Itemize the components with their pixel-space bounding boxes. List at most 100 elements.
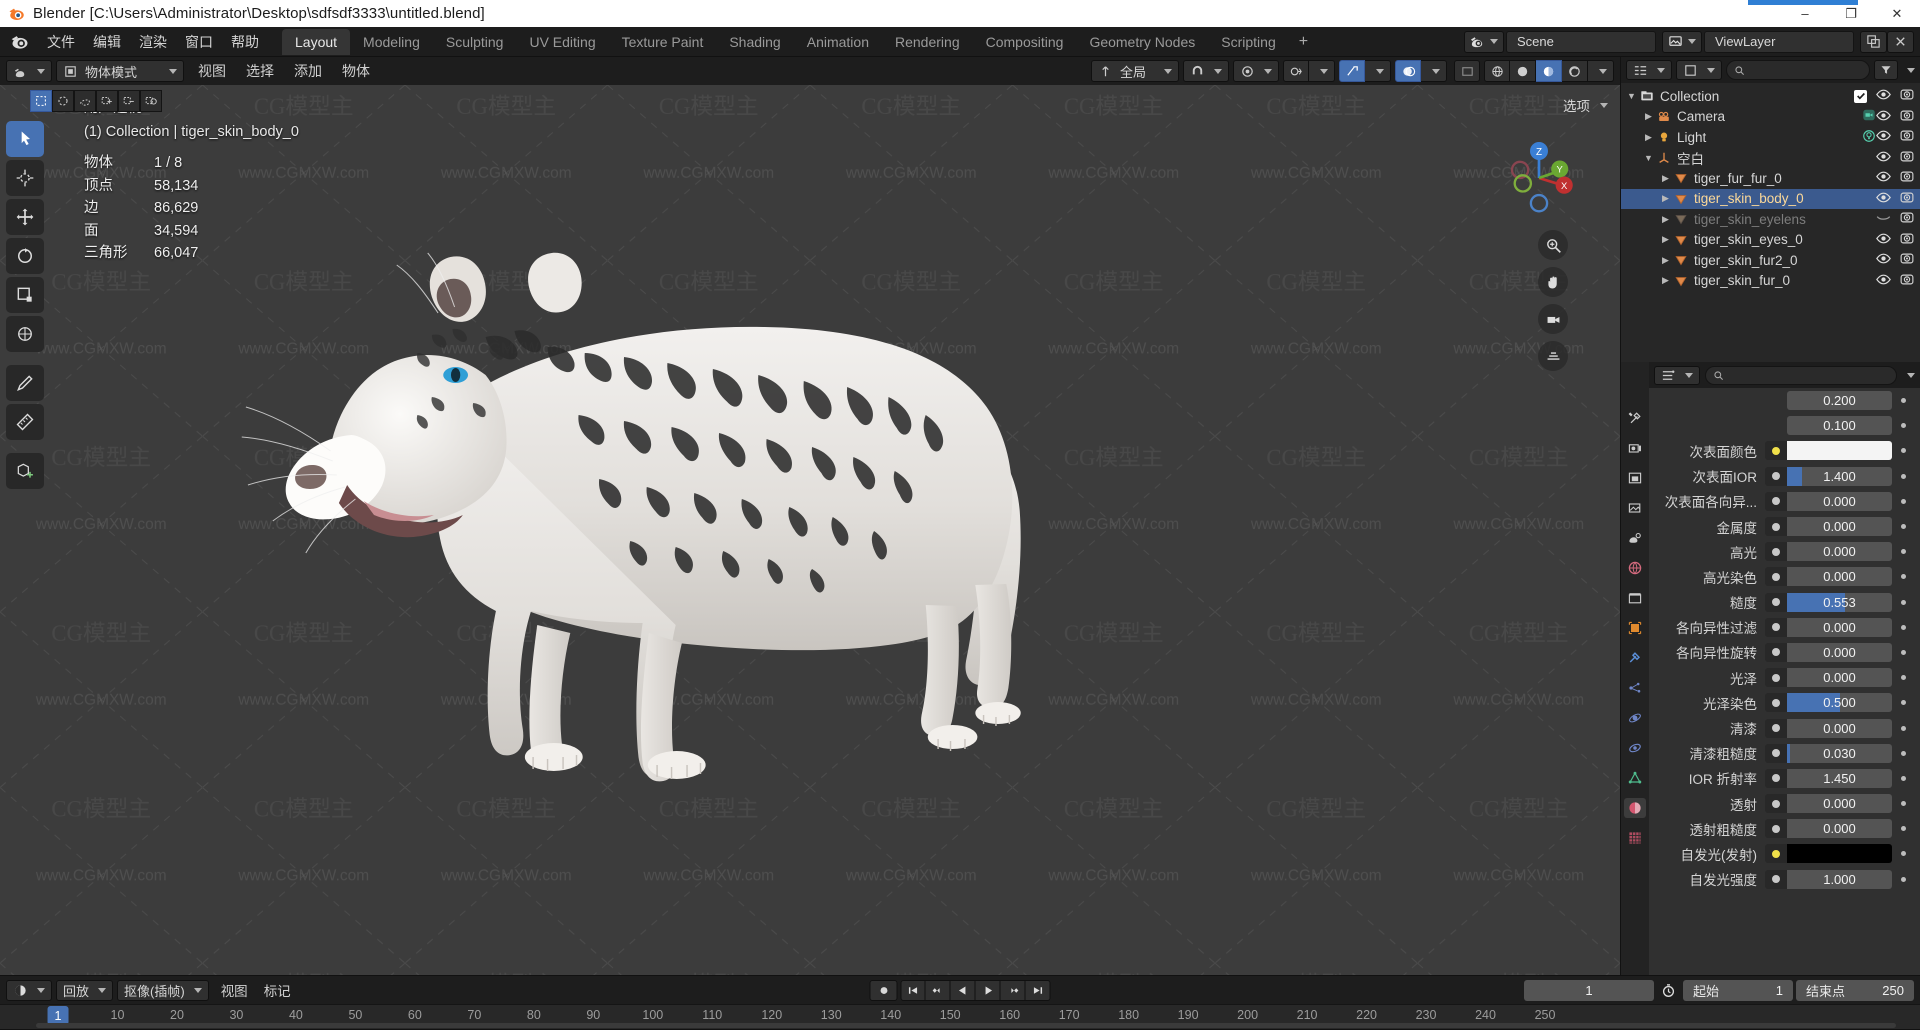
property-value-field[interactable]: 0.553 (1787, 592, 1892, 612)
menu-4[interactable]: 帮助 (222, 29, 268, 55)
tab-modifiers[interactable] (1624, 648, 1646, 668)
keying-dropdown[interactable]: 抠像(插帧) (117, 979, 209, 1001)
eye-open-icon[interactable] (1876, 273, 1891, 289)
navigation-gizmo[interactable]: Z Y X (1494, 133, 1584, 223)
property-animate-dot[interactable] (1892, 599, 1914, 605)
chevron-right-icon[interactable]: ▶ (1642, 132, 1655, 143)
property-socket-dot[interactable] (1765, 768, 1787, 788)
workspace-tab-3[interactable]: UV Editing (516, 29, 608, 55)
property-animate-dot[interactable] (1892, 826, 1914, 832)
snap-toggle-button[interactable] (1183, 60, 1229, 82)
viewport-menu-1[interactable]: 选择 (236, 58, 284, 84)
ortho-perspective-icon[interactable] (1538, 341, 1568, 371)
property-animate-dot[interactable] (1892, 398, 1914, 404)
transform-orientation-dropdown[interactable]: 全局 (1091, 60, 1179, 82)
chevron-right-icon[interactable]: ▶ (1659, 234, 1672, 245)
render-visibility-camera-icon[interactable] (1900, 129, 1914, 145)
outliner-row[interactable]: ▶ Camera (1621, 107, 1920, 128)
render-visibility-camera-icon[interactable] (1900, 252, 1914, 268)
rendered-shading-button[interactable] (1562, 60, 1588, 82)
tool-annotate[interactable] (6, 365, 44, 401)
property-value-field[interactable]: 0.500 (1787, 693, 1892, 713)
tab-collection[interactable] (1624, 588, 1646, 608)
timeline-menu-1[interactable]: 标记 (256, 977, 299, 1003)
chevron-down-icon[interactable]: ▼ (1625, 91, 1638, 101)
gizmo-select-lasso-icon[interactable] (74, 90, 96, 112)
property-value-field[interactable]: 0.000 (1787, 617, 1892, 637)
end-frame-field[interactable]: 结束点 250 (1796, 979, 1914, 1001)
properties-rows[interactable]: 0.200 0.100 次表面颜色 次表面IOR 1.400 次表面各向异... 0.000… (1649, 388, 1920, 975)
tab-material[interactable] (1624, 798, 1646, 818)
tool-cursor[interactable] (6, 160, 44, 196)
property-animate-dot[interactable] (1892, 498, 1914, 504)
property-value-field[interactable]: 0.000 (1787, 491, 1892, 511)
outliner-filter-button[interactable] (1874, 60, 1898, 80)
next-keyframe-button[interactable] (1000, 979, 1026, 1001)
property-animate-dot[interactable] (1892, 675, 1914, 681)
property-animate-dot[interactable] (1892, 725, 1914, 731)
menu-0[interactable]: 文件 (38, 29, 84, 55)
outliner-row[interactable]: ▶ tiger_skin_eyelens (1621, 209, 1920, 230)
property-socket-dot[interactable] (1765, 743, 1787, 763)
property-socket-dot[interactable] (1765, 642, 1787, 662)
property-animate-dot[interactable] (1892, 851, 1914, 857)
property-animate-dot[interactable] (1892, 473, 1914, 479)
chevron-right-icon[interactable]: ▶ (1642, 111, 1655, 122)
property-animate-dot[interactable] (1892, 524, 1914, 530)
timeline-scrollbar[interactable] (36, 1023, 1896, 1028)
tab-particles[interactable] (1624, 678, 1646, 698)
timeline-menu-0[interactable]: 视图 (213, 977, 256, 1003)
property-animate-dot[interactable] (1892, 649, 1914, 655)
render-visibility-camera-icon[interactable] (1900, 273, 1914, 289)
outliner-row[interactable]: ▶ tiger_fur_fur_0 (1621, 168, 1920, 189)
outliner-search-input[interactable] (1726, 60, 1870, 80)
property-socket-dot[interactable] (1765, 542, 1787, 562)
tab-output[interactable] (1624, 468, 1646, 488)
property-socket-dot[interactable] (1765, 693, 1787, 713)
render-visibility-camera-icon[interactable] (1900, 170, 1914, 186)
show-gizmo-button[interactable] (1283, 60, 1309, 82)
outliner-row[interactable]: ▶ tiger_skin_body_0 (1621, 188, 1920, 209)
property-value-field[interactable] (1787, 844, 1892, 864)
outliner-row[interactable]: ▶ tiger_skin_eyes_0 (1621, 230, 1920, 251)
chevron-right-icon[interactable]: ▶ (1659, 255, 1672, 266)
tab-constraints[interactable] (1624, 738, 1646, 758)
viewlayer-new-button[interactable] (1860, 30, 1887, 53)
menu-2[interactable]: 渲染 (130, 29, 176, 55)
workspace-tab-4[interactable]: Texture Paint (609, 29, 717, 55)
pan-hand-icon[interactable] (1538, 267, 1568, 297)
eye-open-icon[interactable] (1876, 109, 1891, 125)
property-animate-dot[interactable] (1892, 549, 1914, 555)
gizmo-select-difference-icon[interactable] (140, 90, 162, 112)
outliner-display-mode-button[interactable] (1676, 60, 1722, 80)
outliner-row[interactable]: ▼ 空白 (1621, 148, 1920, 169)
property-value-field[interactable]: 0.000 (1787, 819, 1892, 839)
property-value-field[interactable] (1787, 441, 1892, 461)
eye-closed-icon[interactable] (1876, 211, 1891, 227)
property-value-field[interactable]: 0.000 (1787, 794, 1892, 814)
tool-rotate[interactable] (6, 238, 44, 274)
property-socket-dot[interactable] (1765, 617, 1787, 637)
workspace-tab-10[interactable]: Scripting (1208, 29, 1288, 55)
tab-object[interactable] (1624, 618, 1646, 638)
zoom-icon[interactable] (1538, 230, 1568, 260)
property-value-field[interactable]: 1.400 (1787, 466, 1892, 486)
viewport-menu-0[interactable]: 视图 (188, 58, 236, 84)
jump-to-start-button[interactable] (900, 979, 926, 1001)
viewlayer-name-field[interactable]: ViewLayer (1704, 30, 1854, 53)
workspace-tab-0[interactable]: Layout (282, 28, 351, 55)
property-value-field[interactable]: 0.000 (1787, 718, 1892, 738)
outliner-tree[interactable]: ▼ Collection ▶ Camera ▶ Light ▼ 空白 ▶ tiger_fur_fu… (1621, 83, 1920, 362)
viewport-menu-3[interactable]: 物体 (332, 58, 380, 84)
property-socket-dot[interactable] (1765, 668, 1787, 688)
property-socket-dot[interactable] (1765, 844, 1787, 864)
tool-tweak[interactable] (6, 121, 44, 157)
gizmo-select-subtract-icon[interactable] (118, 90, 140, 112)
outliner-row[interactable]: ▼ Collection (1621, 86, 1920, 107)
outliner-editor-type-button[interactable] (1626, 60, 1672, 80)
gizmo-select-extend-icon[interactable] (96, 90, 118, 112)
tool-move[interactable] (6, 199, 44, 235)
render-visibility-camera-icon[interactable] (1900, 211, 1914, 227)
property-animate-dot[interactable] (1892, 700, 1914, 706)
overlay-options-button[interactable] (1365, 60, 1391, 82)
